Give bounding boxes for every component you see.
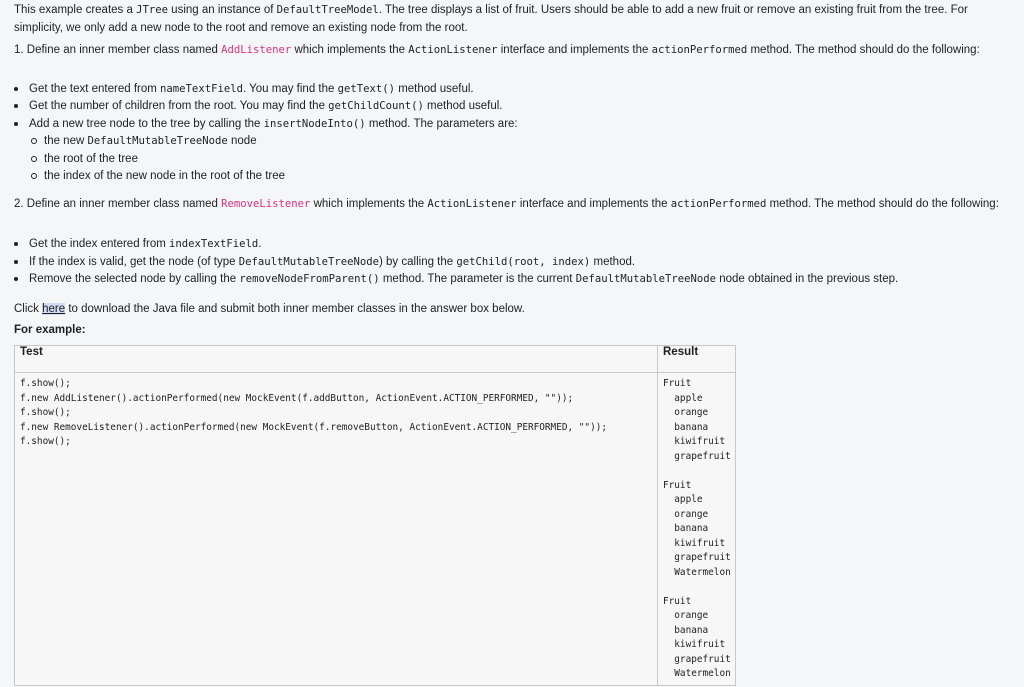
circle-bullet-icon [31,173,37,179]
test-code: f.show(); f.new AddListener().actionPerf… [20,378,607,447]
download-instruction: Click here to download the Java file and… [14,303,525,315]
result-output: Fruit apple orange banana kiwifruit grap… [663,378,731,679]
bullet-icon [14,122,18,126]
header-test: Test [14,345,658,373]
table-row: f.show(); f.new AddListener().actionPerf… [14,372,736,686]
bullet-icon [14,260,18,264]
circle-bullet-icon [31,156,37,162]
header-result: Result [657,345,736,373]
bullet-icon [14,104,18,108]
section2-heading: 2. Define an inner member class named Re… [14,198,999,210]
example-table: Test Result f.show(); f.new AddListener(… [14,345,736,686]
bullet-icon [14,87,18,91]
class-name: RemoveListener [221,198,311,210]
test-cell: f.show(); f.new AddListener().actionPerf… [14,372,658,686]
intro-paragraph: This example creates a JTree using an in… [14,4,968,34]
circle-bullet-icon [31,138,37,144]
result-cell: Fruit apple orange banana kiwifruit grap… [657,372,736,686]
inline-code: JTree [136,4,168,16]
inline-code: DefaultTreeModel [276,4,379,16]
download-link[interactable]: here [42,303,66,315]
section1-heading: 1. Define an inner member class named Ad… [14,44,980,56]
bullet-icon [14,242,18,246]
question-page: This example creates a JTree using an in… [0,0,1024,687]
class-name: AddListener [221,44,292,56]
for-example-label: For example: [14,324,86,336]
bullet-icon [14,277,18,281]
